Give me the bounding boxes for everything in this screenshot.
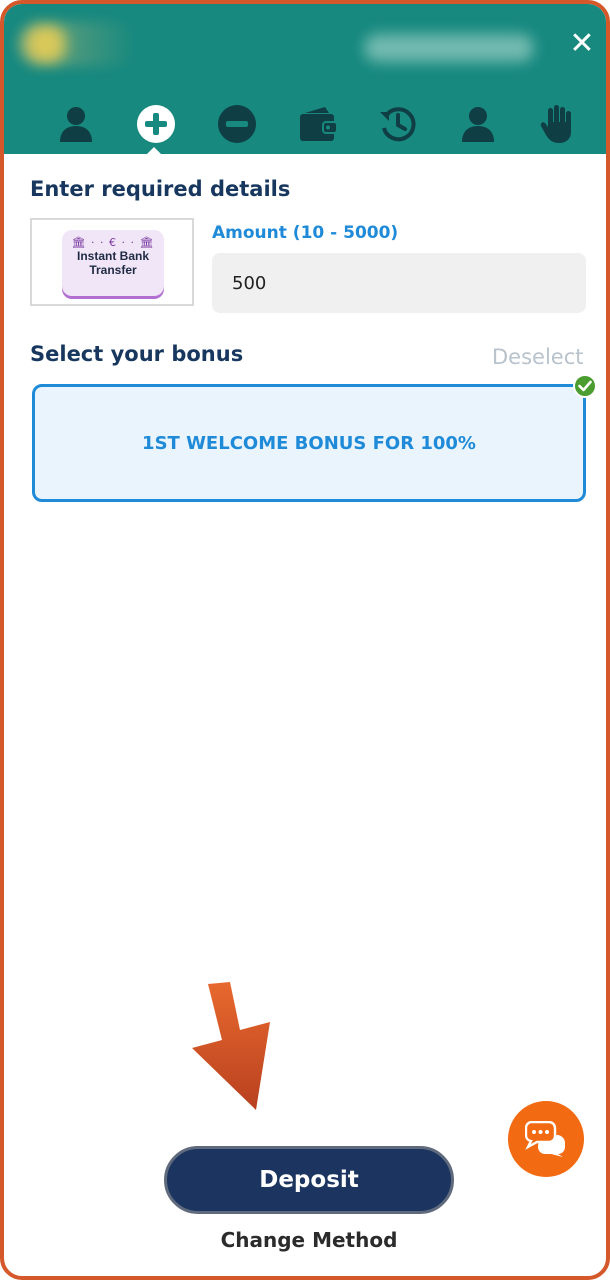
amount-label: Amount (10 - 5000) xyxy=(212,223,399,243)
history-icon xyxy=(380,107,416,142)
cashier-nav xyxy=(32,100,594,148)
section-title-bonus: Select your bonus xyxy=(30,342,244,366)
chat-bubbles-icon xyxy=(525,1121,565,1157)
instant-bank-transfer-logo: 🏛 · · € · · 🏛 Instant Bank Transfer xyxy=(62,230,164,296)
brand-logo-blurred xyxy=(18,22,136,66)
euro-bank-glyph: 🏛 · · € · · 🏛 xyxy=(71,236,155,249)
nav-history[interactable] xyxy=(374,100,422,148)
user-icon xyxy=(462,107,494,142)
nav-wallet[interactable] xyxy=(294,100,342,148)
nav-withdraw[interactable] xyxy=(213,100,261,148)
close-button[interactable]: ✕ xyxy=(562,24,602,64)
deposit-panel: ✕ Enter required details 🏛 · · € · · 🏛 I… xyxy=(0,0,610,1280)
down-arrow-icon xyxy=(192,982,270,1110)
section-title-details: Enter required details xyxy=(30,177,291,201)
nav-responsible-gaming[interactable] xyxy=(534,100,582,148)
nav-deposit[interactable] xyxy=(132,100,180,148)
user-icon xyxy=(60,107,92,142)
close-icon: ✕ xyxy=(569,26,595,61)
bonus-option-label: 1ST WELCOME BONUS FOR 100% xyxy=(142,432,476,454)
wallet-icon xyxy=(300,107,338,141)
method-name-line2: Transfer xyxy=(89,263,137,277)
deselect-bonus-link[interactable]: Deselect xyxy=(492,345,584,369)
active-tab-indicator xyxy=(145,147,163,156)
minus-circle-icon xyxy=(218,105,256,143)
check-icon xyxy=(573,374,597,398)
bonus-option-card[interactable]: 1ST WELCOME BONUS FOR 100% xyxy=(32,384,586,502)
payment-method-card[interactable]: 🏛 · · € · · 🏛 Instant Bank Transfer xyxy=(30,218,194,306)
nav-profile[interactable] xyxy=(52,100,100,148)
amount-input[interactable] xyxy=(212,253,586,313)
method-name-line1: Instant Bank xyxy=(76,249,149,263)
plus-circle-icon xyxy=(137,105,175,143)
change-method-link[interactable]: Change Method xyxy=(4,1228,606,1252)
live-chat-button[interactable] xyxy=(508,1101,584,1177)
account-info-blurred xyxy=(364,34,534,62)
deposit-button[interactable]: Deposit xyxy=(164,1146,454,1214)
header-bar: ✕ xyxy=(4,4,606,154)
nav-account[interactable] xyxy=(454,100,502,148)
hand-icon xyxy=(540,105,571,143)
